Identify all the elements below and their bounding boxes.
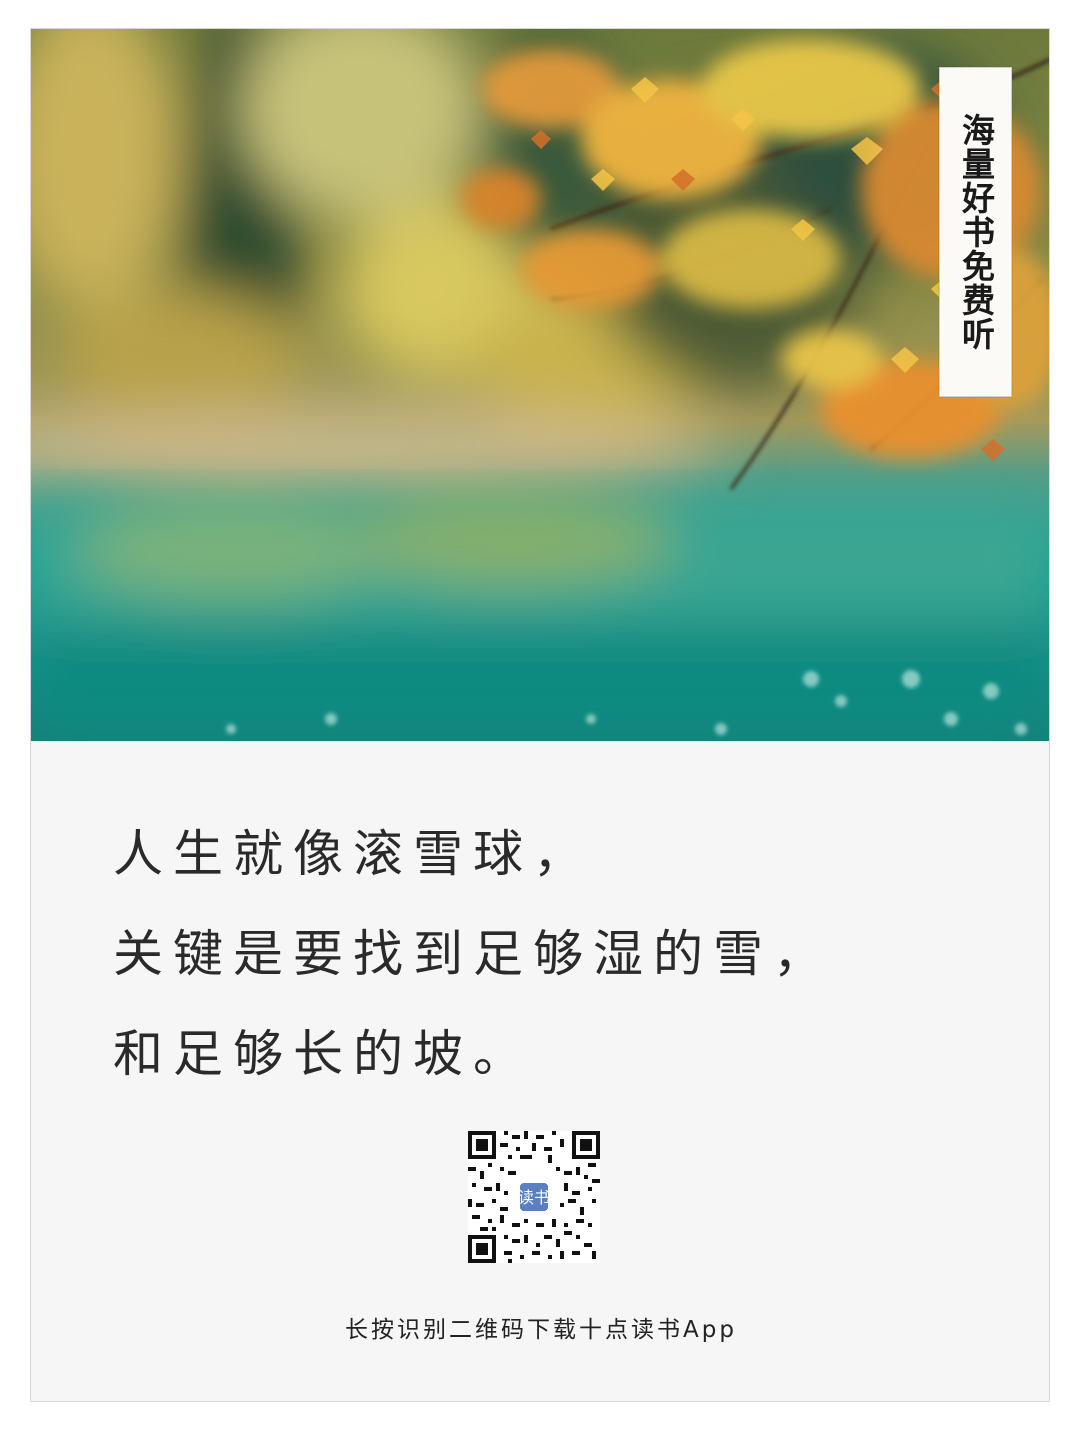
qr-code-icon[interactable]: 读书 (468, 1131, 600, 1263)
shidian-logo-icon: 读书 (518, 1188, 550, 1207)
poster-card: 海量好书免费听 人生就像滚雪球， 关键是要找到足够湿的雪， 和足够长的坡。 读书… (30, 28, 1050, 1402)
landscape-photo (31, 29, 1049, 741)
free-listening-tag: 海量好书免费听 (939, 67, 1012, 397)
download-caption: 长按识别二维码下载十点读书App (345, 1317, 737, 1343)
quote-line-1: 人生就像滚雪球， (113, 825, 593, 883)
quote-text: 人生就像滚雪球， 关键是要找到足够湿的雪， 和足够长的坡。 (113, 819, 1013, 1119)
quote-line-3: 和足够长的坡。 (113, 1025, 533, 1083)
quote-line-2: 关键是要找到足够湿的雪， (113, 925, 833, 983)
